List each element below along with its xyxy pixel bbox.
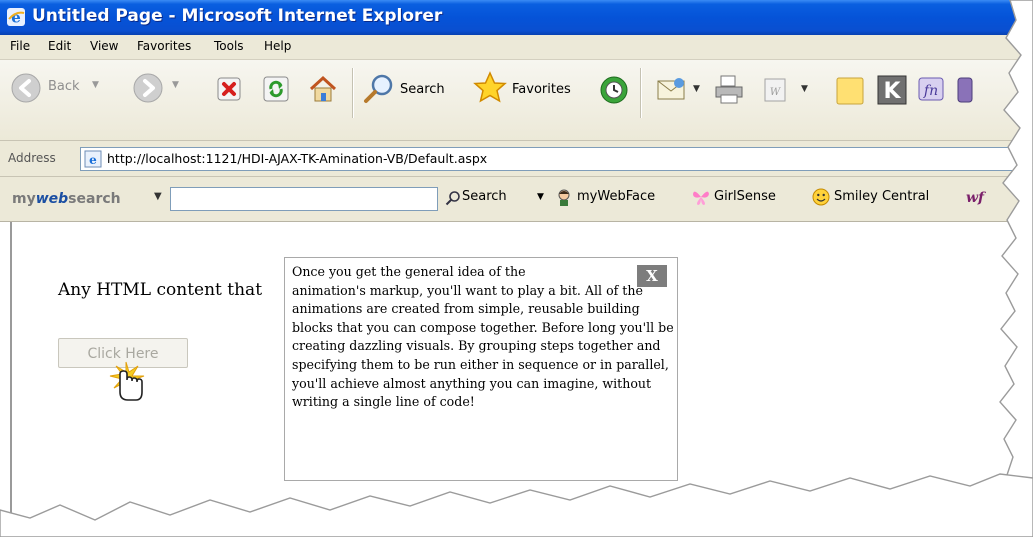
back-arrow-icon <box>11 73 41 103</box>
mywebface-link[interactable]: myWebFace <box>553 177 683 217</box>
edit-dropdown-icon[interactable]: ▼ <box>801 84 808 94</box>
forward-arrow-icon <box>133 73 163 103</box>
title-bar: e Untitled Page - Microsoft Internet Exp… <box>0 0 1033 35</box>
search-icon <box>364 74 393 103</box>
mywebface-label: myWebFace <box>577 189 656 204</box>
menu-edit[interactable]: Edit <box>48 39 71 53</box>
popup-body-text: animation's markup, you'll want to play … <box>292 282 674 410</box>
animation-popup: Once you get the general idea of the anim… <box>284 257 678 481</box>
edit-icon[interactable]: W <box>762 76 790 104</box>
star-icon <box>473 71 507 103</box>
butterfly-icon <box>693 191 709 205</box>
svg-text:fn: fn <box>923 83 938 99</box>
k-icon[interactable]: K <box>876 74 908 106</box>
mywebsearch-search-label: Search <box>462 189 507 204</box>
print-icon[interactable] <box>712 73 746 107</box>
hand-cursor-icon <box>109 361 145 401</box>
search-options-dropdown-icon[interactable]: ▼ <box>537 192 544 202</box>
search-icon <box>445 191 460 206</box>
svg-text:K: K <box>883 79 901 104</box>
search-label: Search <box>400 82 445 97</box>
favorites-label: Favorites <box>512 82 571 97</box>
svg-text:wf: wf <box>966 190 987 206</box>
browser-window: e Untitled Page - Microsoft Internet Exp… <box>0 0 1033 537</box>
back-dropdown-icon[interactable]: ▼ <box>92 80 99 90</box>
stop-icon[interactable] <box>216 76 242 102</box>
forward-dropdown-icon[interactable]: ▼ <box>172 80 179 90</box>
page-icon: e <box>84 150 102 168</box>
popup-text: Once you get the general idea of the anim… <box>292 263 676 412</box>
wf-logo-icon[interactable]: wf <box>966 188 988 206</box>
mywebsearch-toolbar: mywebsearch ▼ Search ▼ myWebFace GirlSen… <box>0 177 1033 222</box>
partial-toolbar-icon[interactable] <box>956 76 976 106</box>
mail-dropdown-icon[interactable]: ▼ <box>693 84 700 94</box>
window-title: Untitled Page - Microsoft Internet Explo… <box>32 6 443 26</box>
mywebsearch-search-button[interactable]: Search <box>443 177 528 217</box>
home-icon[interactable] <box>307 73 339 105</box>
mywebsearch-dropdown-icon[interactable]: ▼ <box>154 191 162 202</box>
history-icon[interactable] <box>598 74 630 106</box>
search-button[interactable]: Search <box>362 72 457 108</box>
mywebsearch-logo[interactable]: mywebsearch <box>12 191 121 207</box>
address-url: http://localhost:1121/HDI-AJAX-TK-Aminat… <box>107 151 488 166</box>
popup-first-line: Once you get the general idea of the <box>292 264 526 279</box>
back-button[interactable]: Back ▼ <box>10 69 100 109</box>
mail-icon[interactable] <box>656 76 690 104</box>
menu-file[interactable]: File <box>10 39 30 53</box>
address-bar: Address e http://localhost:1121/HDI-AJAX… <box>0 141 1033 177</box>
menu-bar: File Edit View Favorites Tools Help <box>0 35 1033 60</box>
menu-view[interactable]: View <box>90 39 118 53</box>
girlsense-label: GirlSense <box>714 189 776 204</box>
intro-text: Any HTML content that <box>58 280 263 300</box>
content-border <box>10 222 12 522</box>
mywebsearch-input[interactable] <box>170 187 438 211</box>
page-content: Any HTML content that Click Here Once yo… <box>0 222 1033 537</box>
smiley-icon <box>812 188 830 206</box>
note-icon[interactable] <box>834 75 866 107</box>
back-label: Back <box>48 79 80 94</box>
smiley-central-label: Smiley Central <box>834 189 930 204</box>
smiley-central-link[interactable]: Smiley Central <box>810 177 950 217</box>
menu-help[interactable]: Help <box>264 39 291 53</box>
popup-close-button[interactable]: X <box>637 265 667 287</box>
standard-toolbar: Back ▼ ▼ Search Favorites ▼ W ▼ K fn <box>0 60 1033 141</box>
menu-tools[interactable]: Tools <box>214 39 244 53</box>
svg-text:e: e <box>89 153 97 167</box>
svg-text:e: e <box>11 9 21 27</box>
address-input[interactable]: e http://localhost:1121/HDI-AJAX-TK-Amin… <box>80 147 1033 171</box>
svg-text:W: W <box>770 87 781 98</box>
refresh-icon[interactable] <box>262 75 290 103</box>
forward-button[interactable]: ▼ <box>132 72 188 112</box>
ie-logo-icon: e <box>7 8 25 27</box>
menu-favorites[interactable]: Favorites <box>137 39 191 53</box>
favorites-button[interactable]: Favorites <box>472 70 590 108</box>
face-icon <box>558 189 570 206</box>
girlsense-link[interactable]: GirlSense <box>690 177 790 217</box>
messenger-icon[interactable]: fn <box>916 74 948 106</box>
address-label: Address <box>8 151 56 165</box>
